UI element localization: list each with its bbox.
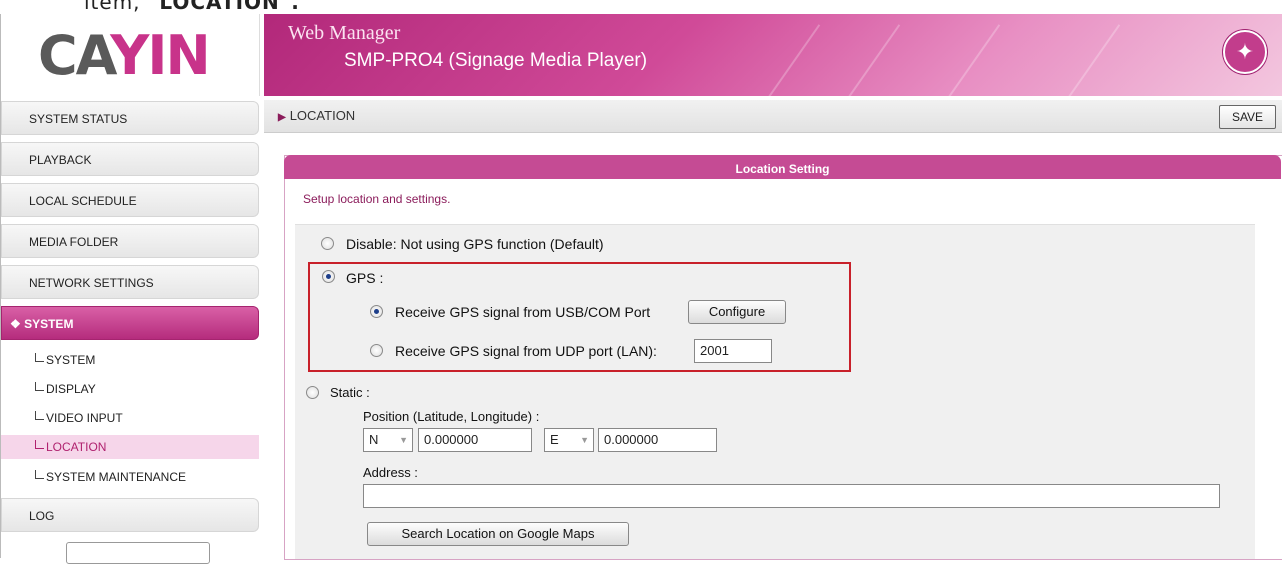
sidebar-item-system[interactable]: ❖ SYSTEM <box>1 306 259 340</box>
address-input[interactable] <box>363 484 1220 508</box>
sidebar-item-system-status[interactable]: SYSTEM STATUS <box>1 101 259 135</box>
device-name: SMP-PRO4 (Signage Media Player) <box>344 50 648 71</box>
latitude-input[interactable]: 0.000000 <box>418 428 532 452</box>
sidebar-subitem-video-input[interactable]: VIDEO INPUT <box>1 406 259 430</box>
app-title: Web Manager <box>288 22 401 44</box>
save-button[interactable]: SAVE <box>1219 105 1276 129</box>
static-label: Static : <box>330 385 370 400</box>
breadcrumb: ▶ LOCATION <box>264 100 1282 133</box>
sidebar-item-log[interactable]: LOG <box>1 498 259 532</box>
logo-area: CAYIN <box>1 14 260 96</box>
latitude-direction-select[interactable]: N ▼ <box>363 428 413 452</box>
sub-arrow-icon <box>35 470 44 479</box>
sidebar-item-label: SYSTEM <box>24 317 74 331</box>
disable-radio[interactable] <box>321 237 334 250</box>
sidebar-item-local-schedule[interactable]: LOCAL SCHEDULE <box>1 183 259 217</box>
static-radio[interactable] <box>306 386 319 399</box>
app-header: Web Manager SMP-PRO4 (Signage Media Play… <box>264 14 1282 96</box>
expand-icon: ❖ <box>10 317 25 331</box>
sub-arrow-icon <box>35 353 44 362</box>
sub-arrow-icon <box>35 440 44 449</box>
sidebar-bottom-button[interactable] <box>66 542 210 564</box>
caption-text: item, "LOCATION". <box>84 0 300 14</box>
sidebar-subitem-system[interactable]: SYSTEM <box>1 348 259 372</box>
magic-wand-icon[interactable]: ✦ <box>1223 30 1267 74</box>
sidebar-subitem-location[interactable]: LOCATION <box>1 435 259 459</box>
sidebar-subitem-display[interactable]: DISPLAY <box>1 377 259 401</box>
chevron-down-icon: ▼ <box>580 435 589 445</box>
sub-arrow-icon <box>35 382 44 391</box>
sidebar-item-network-settings[interactable]: NETWORK SETTINGS <box>1 265 259 299</box>
search-google-maps-button[interactable]: Search Location on Google Maps <box>367 522 629 546</box>
address-label: Address : <box>363 465 418 480</box>
caption-strip: item, "LOCATION". <box>0 0 1282 14</box>
disable-label: Disable: Not using GPS function (Default… <box>346 236 604 252</box>
position-label: Position (Latitude, Longitude) : <box>363 409 540 424</box>
sidebar-item-playback[interactable]: PLAYBACK <box>1 142 259 176</box>
sidebar-subitem-system-maintenance[interactable]: SYSTEM MAINTENANCE <box>1 465 259 489</box>
triangle-right-icon: ▶ <box>278 112 286 123</box>
sub-arrow-icon <box>35 411 44 420</box>
gps-highlight-box <box>308 262 851 372</box>
chevron-down-icon: ▼ <box>399 435 408 445</box>
cayin-logo: CAYIN <box>38 24 211 87</box>
sidebar-item-media-folder[interactable]: MEDIA FOLDER <box>1 224 259 258</box>
panel-title: Location Setting <box>284 155 1281 179</box>
longitude-direction-select[interactable]: E ▼ <box>544 428 594 452</box>
breadcrumb-label: ▶ LOCATION <box>278 108 356 123</box>
longitude-input[interactable]: 0.000000 <box>598 428 717 452</box>
panel-description: Setup location and settings. <box>303 192 451 206</box>
